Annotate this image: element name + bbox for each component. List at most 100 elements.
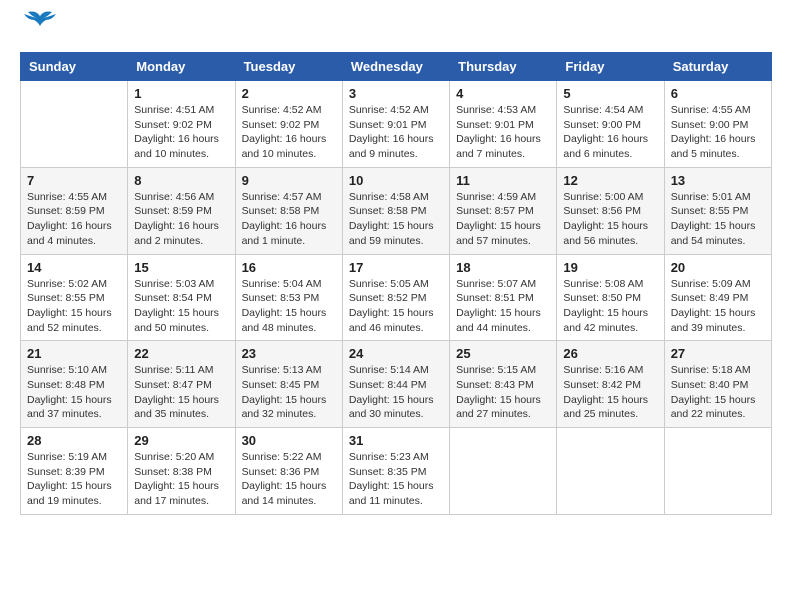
day-info: Sunrise: 5:08 AM Sunset: 8:50 PM Dayligh… — [563, 277, 657, 336]
day-info: Sunrise: 4:52 AM Sunset: 9:02 PM Dayligh… — [242, 103, 336, 162]
day-number: 27 — [671, 346, 765, 361]
calendar-cell: 26 Sunrise: 5:16 AM Sunset: 8:42 PM Dayli… — [557, 341, 664, 428]
day-info: Sunrise: 5:13 AM Sunset: 8:45 PM Dayligh… — [242, 363, 336, 422]
weekday-header-sunday: Sunday — [21, 53, 128, 81]
calendar-cell: 7 Sunrise: 4:55 AM Sunset: 8:59 PM Daylig… — [21, 167, 128, 254]
calendar-cell: 10Sunrise: 4:58 AM Sunset: 8:58 PM Dayli… — [342, 167, 449, 254]
day-info: Sunrise: 5:16 AM Sunset: 8:42 PM Dayligh… — [563, 363, 657, 422]
day-number: 29 — [134, 433, 228, 448]
day-info: Sunrise: 5:15 AM Sunset: 8:43 PM Dayligh… — [456, 363, 550, 422]
page-header — [20, 20, 772, 42]
day-number: 14 — [27, 260, 121, 275]
calendar-cell: 31Sunrise: 5:23 AM Sunset: 8:35 PM Dayli… — [342, 428, 449, 515]
calendar-cell: 5 Sunrise: 4:54 AM Sunset: 9:00 PM Daylig… — [557, 81, 664, 168]
day-info: Sunrise: 4:51 AM Sunset: 9:02 PM Dayligh… — [134, 103, 228, 162]
day-info: Sunrise: 4:57 AM Sunset: 8:58 PM Dayligh… — [242, 190, 336, 249]
day-info: Sunrise: 4:59 AM Sunset: 8:57 PM Dayligh… — [456, 190, 550, 249]
day-number: 30 — [242, 433, 336, 448]
calendar-cell: 6 Sunrise: 4:55 AM Sunset: 9:00 PM Daylig… — [664, 81, 771, 168]
day-number: 6 — [671, 86, 765, 101]
calendar-week-row: 14 Sunrise: 5:02 AM Sunset: 8:55 PM Dayli… — [21, 254, 772, 341]
calendar-cell — [557, 428, 664, 515]
calendar-cell: 3Sunrise: 4:52 AM Sunset: 9:01 PM Daylig… — [342, 81, 449, 168]
day-info: Sunrise: 4:54 AM Sunset: 9:00 PM Dayligh… — [563, 103, 657, 162]
calendar-cell: 11 Sunrise: 4:59 AM Sunset: 8:57 PM Dayli… — [450, 167, 557, 254]
calendar-cell: 24 Sunrise: 5:14 AM Sunset: 8:44 PM Dayli… — [342, 341, 449, 428]
weekday-header-thursday: Thursday — [450, 53, 557, 81]
day-info: Sunrise: 5:23 AM Sunset: 8:35 PM Dayligh… — [349, 450, 443, 509]
day-info: Sunrise: 5:04 AM Sunset: 8:53 PM Dayligh… — [242, 277, 336, 336]
day-info: Sunrise: 5:22 AM Sunset: 8:36 PM Dayligh… — [242, 450, 336, 509]
day-number: 2 — [242, 86, 336, 101]
day-number: 11 — [456, 173, 550, 188]
calendar-cell: 4 Sunrise: 4:53 AM Sunset: 9:01 PM Daylig… — [450, 81, 557, 168]
calendar-cell: 9 Sunrise: 4:57 AM Sunset: 8:58 PM Daylig… — [235, 167, 342, 254]
calendar-cell: 8 Sunrise: 4:56 AM Sunset: 8:59 PM Daylig… — [128, 167, 235, 254]
calendar-cell: 12 Sunrise: 5:00 AM Sunset: 8:56 PM Dayli… — [557, 167, 664, 254]
day-number: 24 — [349, 346, 443, 361]
weekday-header-row: SundayMondayTuesdayWednesdayThursdayFrid… — [21, 53, 772, 81]
calendar-week-row: 21Sunrise: 5:10 AM Sunset: 8:48 PM Dayli… — [21, 341, 772, 428]
day-info: Sunrise: 5:14 AM Sunset: 8:44 PM Dayligh… — [349, 363, 443, 422]
weekday-header-wednesday: Wednesday — [342, 53, 449, 81]
calendar-cell: 25 Sunrise: 5:15 AM Sunset: 8:43 PM Dayli… — [450, 341, 557, 428]
day-number: 15 — [134, 260, 228, 275]
calendar-table: SundayMondayTuesdayWednesdayThursdayFrid… — [20, 52, 772, 515]
day-number: 12 — [563, 173, 657, 188]
day-number: 25 — [456, 346, 550, 361]
calendar-cell: 2 Sunrise: 4:52 AM Sunset: 9:02 PM Daylig… — [235, 81, 342, 168]
calendar-cell: 14 Sunrise: 5:02 AM Sunset: 8:55 PM Dayli… — [21, 254, 128, 341]
calendar-week-row: 7 Sunrise: 4:55 AM Sunset: 8:59 PM Daylig… — [21, 167, 772, 254]
calendar-cell: 30 Sunrise: 5:22 AM Sunset: 8:36 PM Dayli… — [235, 428, 342, 515]
day-number: 17 — [349, 260, 443, 275]
calendar-cell: 27 Sunrise: 5:18 AM Sunset: 8:40 PM Dayli… — [664, 341, 771, 428]
calendar-week-row: 1 Sunrise: 4:51 AM Sunset: 9:02 PM Daylig… — [21, 81, 772, 168]
day-info: Sunrise: 4:56 AM Sunset: 8:59 PM Dayligh… — [134, 190, 228, 249]
day-number: 28 — [27, 433, 121, 448]
calendar-cell: 28 Sunrise: 5:19 AM Sunset: 8:39 PM Dayli… — [21, 428, 128, 515]
calendar-cell: 21Sunrise: 5:10 AM Sunset: 8:48 PM Dayli… — [21, 341, 128, 428]
day-info: Sunrise: 4:55 AM Sunset: 8:59 PM Dayligh… — [27, 190, 121, 249]
calendar-cell: 29 Sunrise: 5:20 AM Sunset: 8:38 PM Dayli… — [128, 428, 235, 515]
day-number: 9 — [242, 173, 336, 188]
day-number: 26 — [563, 346, 657, 361]
day-info: Sunrise: 5:11 AM Sunset: 8:47 PM Dayligh… — [134, 363, 228, 422]
day-info: Sunrise: 4:53 AM Sunset: 9:01 PM Dayligh… — [456, 103, 550, 162]
day-info: Sunrise: 5:05 AM Sunset: 8:52 PM Dayligh… — [349, 277, 443, 336]
calendar-week-row: 28 Sunrise: 5:19 AM Sunset: 8:39 PM Dayli… — [21, 428, 772, 515]
day-info: Sunrise: 5:09 AM Sunset: 8:49 PM Dayligh… — [671, 277, 765, 336]
day-number: 18 — [456, 260, 550, 275]
calendar-cell: 19Sunrise: 5:08 AM Sunset: 8:50 PM Dayli… — [557, 254, 664, 341]
weekday-header-saturday: Saturday — [664, 53, 771, 81]
day-number: 20 — [671, 260, 765, 275]
calendar-cell: 23 Sunrise: 5:13 AM Sunset: 8:45 PM Dayli… — [235, 341, 342, 428]
day-info: Sunrise: 5:19 AM Sunset: 8:39 PM Dayligh… — [27, 450, 121, 509]
day-info: Sunrise: 5:03 AM Sunset: 8:54 PM Dayligh… — [134, 277, 228, 336]
day-info: Sunrise: 5:00 AM Sunset: 8:56 PM Dayligh… — [563, 190, 657, 249]
day-number: 5 — [563, 86, 657, 101]
day-number: 3 — [349, 86, 443, 101]
day-number: 7 — [27, 173, 121, 188]
day-number: 4 — [456, 86, 550, 101]
calendar-cell: 15 Sunrise: 5:03 AM Sunset: 8:54 PM Dayli… — [128, 254, 235, 341]
logo-bird-icon — [22, 8, 58, 36]
day-info: Sunrise: 5:07 AM Sunset: 8:51 PM Dayligh… — [456, 277, 550, 336]
calendar-cell: 17 Sunrise: 5:05 AM Sunset: 8:52 PM Dayli… — [342, 254, 449, 341]
weekday-header-tuesday: Tuesday — [235, 53, 342, 81]
calendar-cell — [450, 428, 557, 515]
day-number: 22 — [134, 346, 228, 361]
day-info: Sunrise: 4:55 AM Sunset: 9:00 PM Dayligh… — [671, 103, 765, 162]
calendar-cell: 20 Sunrise: 5:09 AM Sunset: 8:49 PM Dayli… — [664, 254, 771, 341]
day-info: Sunrise: 5:01 AM Sunset: 8:55 PM Dayligh… — [671, 190, 765, 249]
calendar-cell: 16Sunrise: 5:04 AM Sunset: 8:53 PM Dayli… — [235, 254, 342, 341]
weekday-header-monday: Monday — [128, 53, 235, 81]
day-number: 21 — [27, 346, 121, 361]
day-number: 1 — [134, 86, 228, 101]
day-info: Sunrise: 4:58 AM Sunset: 8:58 PM Dayligh… — [349, 190, 443, 249]
day-number: 8 — [134, 173, 228, 188]
day-info: Sunrise: 5:20 AM Sunset: 8:38 PM Dayligh… — [134, 450, 228, 509]
day-number: 23 — [242, 346, 336, 361]
day-info: Sunrise: 5:02 AM Sunset: 8:55 PM Dayligh… — [27, 277, 121, 336]
calendar-cell: 22 Sunrise: 5:11 AM Sunset: 8:47 PM Dayli… — [128, 341, 235, 428]
day-info: Sunrise: 5:18 AM Sunset: 8:40 PM Dayligh… — [671, 363, 765, 422]
